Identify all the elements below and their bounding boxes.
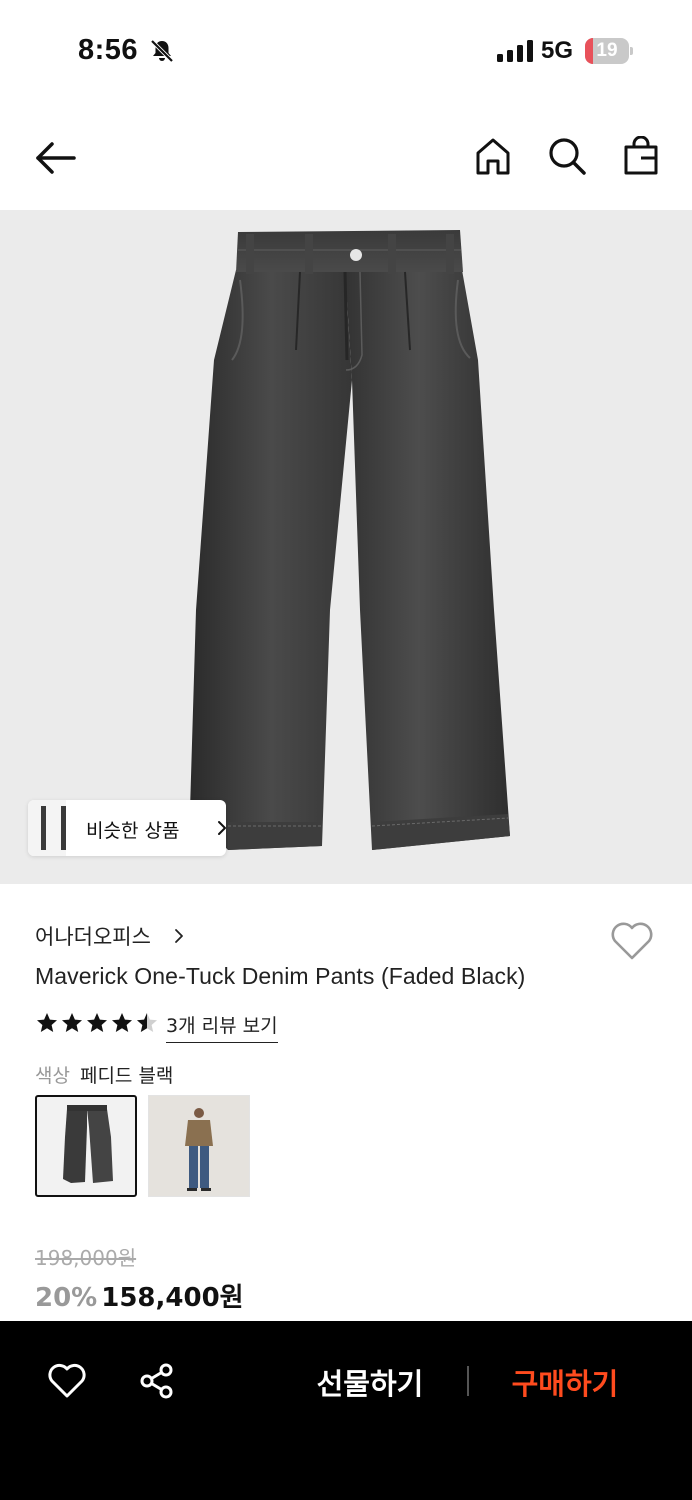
brand-link[interactable]: 어나더오피스: [35, 921, 183, 951]
battery-level: 19: [596, 40, 618, 61]
divider: [467, 1366, 469, 1396]
original-price: 198,000원: [35, 1246, 137, 1270]
status-bar: 8:56 5G 19: [0, 0, 692, 100]
status-time: 8:56: [78, 34, 139, 66]
search-icon[interactable]: [547, 136, 587, 176]
home-icon[interactable]: [474, 136, 512, 176]
signal-icon: [497, 40, 533, 62]
network-label: 5G: [541, 37, 574, 64]
color-label: 색상: [35, 1065, 70, 1087]
color-row: 색상 페디드 블랙: [35, 1061, 173, 1088]
battery-indicator: 19: [585, 38, 633, 64]
sale-price: 158,400원: [101, 1283, 244, 1313]
color-value: 페디드 블랙: [79, 1065, 174, 1087]
jeans-illustration: [190, 230, 510, 850]
nav-bar: [0, 112, 692, 202]
similar-thumbnail: [28, 800, 66, 856]
review-link[interactable]: 3개 리뷰 보기: [166, 1011, 278, 1043]
bell-slash-icon: [150, 39, 174, 63]
color-swatch-selected[interactable]: [35, 1095, 137, 1197]
product-image[interactable]: 비슷한 상품: [0, 210, 692, 884]
color-swatch-model[interactable]: [148, 1095, 250, 1197]
gift-button[interactable]: 선물하기: [290, 1361, 450, 1405]
buy-button[interactable]: 구매하기: [490, 1361, 640, 1405]
star-icon: [87, 1013, 107, 1032]
share-icon[interactable]: [138, 1362, 176, 1400]
shopping-bag-icon[interactable]: [622, 136, 660, 176]
star-icon: [37, 1013, 57, 1032]
star-icon: [112, 1013, 132, 1032]
chevron-right-icon: [175, 929, 183, 943]
similar-products-label: 비슷한 상품: [86, 820, 180, 842]
price-row: 20% 158,400원: [35, 1277, 244, 1313]
discount-rate: 20%: [35, 1283, 98, 1313]
heart-icon[interactable]: [609, 920, 655, 962]
star-icon: [62, 1013, 82, 1032]
bottom-action-bar: 선물하기 구매하기: [0, 1321, 692, 1500]
chevron-right-icon: [218, 821, 226, 835]
brand-name: 어나더오피스: [35, 925, 151, 949]
heart-icon[interactable]: [47, 1362, 87, 1400]
similar-products-button[interactable]: 비슷한 상품: [28, 800, 226, 856]
star-half-icon: [137, 1013, 157, 1032]
back-arrow-icon[interactable]: [34, 136, 78, 180]
product-title: Maverick One-Tuck Denim Pants (Faded Bla…: [35, 963, 526, 989]
